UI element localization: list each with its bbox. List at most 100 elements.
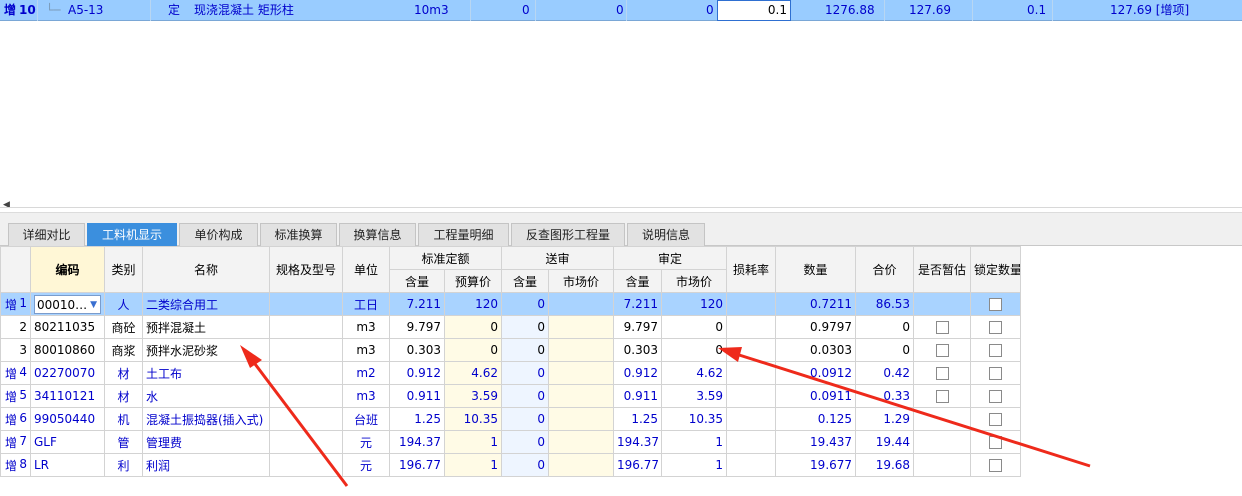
- spec-cell[interactable]: [269, 292, 343, 316]
- dropdown-arrow-icon[interactable]: ▼: [90, 296, 97, 314]
- lock-checkbox[interactable]: [989, 413, 1003, 426]
- unit-cell[interactable]: 元: [342, 453, 390, 477]
- tab-labor-material-machine[interactable]: 工料机显示: [87, 223, 177, 247]
- quantity-cell[interactable]: 0.0303: [775, 338, 857, 362]
- tab-unit-price-composition[interactable]: 单价构成: [179, 223, 258, 247]
- sub-price-cell[interactable]: [548, 338, 615, 362]
- total-cell[interactable]: 0.33: [855, 384, 915, 408]
- loss-rate-cell[interactable]: [726, 338, 777, 362]
- name-cell[interactable]: 预拌混凝土: [142, 315, 270, 339]
- spec-cell[interactable]: [269, 407, 343, 431]
- apr-price-cell[interactable]: 10.35: [661, 407, 728, 431]
- lock-checkbox[interactable]: [989, 298, 1003, 311]
- apr-content-cell[interactable]: 196.77: [613, 453, 663, 477]
- scroll-left-icon[interactable]: ◀: [3, 200, 10, 210]
- std-price-cell[interactable]: 120: [443, 292, 503, 316]
- category-cell[interactable]: 机: [104, 407, 143, 431]
- sub-price-cell[interactable]: [548, 315, 615, 339]
- category-cell[interactable]: 材: [104, 361, 143, 385]
- quantity-cell[interactable]: 0.125: [775, 407, 857, 431]
- sub-price-cell[interactable]: [548, 453, 615, 477]
- code-cell[interactable]: 99050440: [30, 407, 105, 431]
- name-cell[interactable]: 水: [142, 384, 270, 408]
- lock-checkbox[interactable]: [989, 367, 1003, 380]
- category-cell[interactable]: 利: [104, 453, 143, 477]
- panel-splitter[interactable]: [0, 207, 1242, 208]
- unit-cell[interactable]: m2: [342, 361, 390, 385]
- code-cell[interactable]: 80211035: [30, 315, 105, 339]
- loss-rate-cell[interactable]: [726, 292, 777, 316]
- apr-price-cell[interactable]: 1: [661, 430, 728, 454]
- table-row[interactable]: 增6 99050440 机 混凝土振捣器(插入式) 台班 1.25 10.35 …: [0, 407, 1022, 431]
- header-std-budget-price[interactable]: 预算价: [443, 269, 503, 293]
- spec-cell[interactable]: [269, 430, 343, 454]
- total-cell[interactable]: 0: [855, 315, 915, 339]
- std-content-cell[interactable]: 1.25: [389, 407, 445, 431]
- tab-quantity-detail[interactable]: 工程量明细: [418, 223, 509, 247]
- code-cell[interactable]: GLF: [30, 430, 105, 454]
- name-cell[interactable]: 二类综合用工: [142, 292, 270, 316]
- sub-content-cell[interactable]: 0: [501, 361, 550, 385]
- header-lock-quantity[interactable]: 锁定数量: [970, 246, 1022, 293]
- spec-cell[interactable]: [269, 453, 343, 477]
- total-cell[interactable]: 1.29: [855, 407, 915, 431]
- quantity-cell[interactable]: 0.7211: [775, 292, 857, 316]
- header-loss-rate[interactable]: 损耗率: [726, 246, 777, 293]
- sub-content-cell[interactable]: 0: [501, 384, 550, 408]
- table-row[interactable]: 增7 GLF 管 管理费 元 194.37 1 0 194.37 1 19.43…: [0, 430, 1022, 454]
- apr-content-cell[interactable]: 9.797: [613, 315, 663, 339]
- quantity-cell[interactable]: 0.0912: [775, 361, 857, 385]
- std-content-cell[interactable]: 194.37: [389, 430, 445, 454]
- header-total[interactable]: 合价: [855, 246, 915, 293]
- quantity-cell[interactable]: 19.677: [775, 453, 857, 477]
- apr-content-cell[interactable]: 1.25: [613, 407, 663, 431]
- unit-cell[interactable]: 台班: [342, 407, 390, 431]
- name-cell[interactable]: 土工布: [142, 361, 270, 385]
- lock-checkbox[interactable]: [989, 436, 1003, 449]
- unit-cell[interactable]: 工日: [342, 292, 390, 316]
- std-price-cell[interactable]: 0: [443, 315, 503, 339]
- quota-quantity-input[interactable]: 0.1: [717, 0, 791, 21]
- total-cell[interactable]: 0.42: [855, 361, 915, 385]
- top-quota-row[interactable]: 增 10 └─ A5-13 定 现浇混凝土 矩形柱 10m3 0 0 0 0.1…: [0, 0, 1242, 21]
- apr-content-cell[interactable]: 7.211: [613, 292, 663, 316]
- apr-price-cell[interactable]: 1: [661, 453, 728, 477]
- code-cell[interactable]: LR: [30, 453, 105, 477]
- category-cell[interactable]: 商砼: [104, 315, 143, 339]
- table-row[interactable]: 增1 00010… ▼ 人 二类综合用工 工日 7.211 120 0 7.211…: [0, 292, 1022, 316]
- apr-content-cell[interactable]: 194.37: [613, 430, 663, 454]
- header-sub-content[interactable]: 含量: [501, 269, 550, 293]
- header-is-estimate[interactable]: 是否暂估: [913, 246, 972, 293]
- std-content-cell[interactable]: 0.911: [389, 384, 445, 408]
- category-cell[interactable]: 人: [104, 292, 143, 316]
- name-cell[interactable]: 预拌水泥砂浆: [142, 338, 270, 362]
- apr-price-cell[interactable]: 3.59: [661, 384, 728, 408]
- sub-content-cell[interactable]: 0: [501, 315, 550, 339]
- sub-price-cell[interactable]: [548, 384, 615, 408]
- sub-price-cell[interactable]: [548, 430, 615, 454]
- code-cell[interactable]: 80010860: [30, 338, 105, 362]
- apr-content-cell[interactable]: 0.911: [613, 384, 663, 408]
- category-cell[interactable]: 材: [104, 384, 143, 408]
- lock-checkbox[interactable]: [989, 321, 1003, 334]
- header-apr-market-price[interactable]: 市场价: [661, 269, 728, 293]
- loss-rate-cell[interactable]: [726, 430, 777, 454]
- total-cell[interactable]: 19.68: [855, 453, 915, 477]
- std-content-cell[interactable]: 0.912: [389, 361, 445, 385]
- code-cell[interactable]: 34110121: [30, 384, 105, 408]
- apr-price-cell[interactable]: 0: [661, 338, 728, 362]
- table-row[interactable]: 增5 34110121 材 水 m3 0.911 3.59 0 0.911 3.…: [0, 384, 1022, 408]
- table-row[interactable]: 2 80211035 商砼 预拌混凝土 m3 9.797 0 0 9.797 0…: [0, 315, 1022, 339]
- loss-rate-cell[interactable]: [726, 384, 777, 408]
- quantity-cell[interactable]: 19.437: [775, 430, 857, 454]
- header-spec[interactable]: 规格及型号: [269, 246, 343, 293]
- spec-cell[interactable]: [269, 361, 343, 385]
- std-content-cell[interactable]: 0.303: [389, 338, 445, 362]
- sub-content-cell[interactable]: 0: [501, 292, 550, 316]
- code-cell[interactable]: 02270070: [30, 361, 105, 385]
- total-cell[interactable]: 19.44: [855, 430, 915, 454]
- quantity-cell[interactable]: 0.9797: [775, 315, 857, 339]
- loss-rate-cell[interactable]: [726, 407, 777, 431]
- apr-price-cell[interactable]: 120: [661, 292, 728, 316]
- spec-cell[interactable]: [269, 315, 343, 339]
